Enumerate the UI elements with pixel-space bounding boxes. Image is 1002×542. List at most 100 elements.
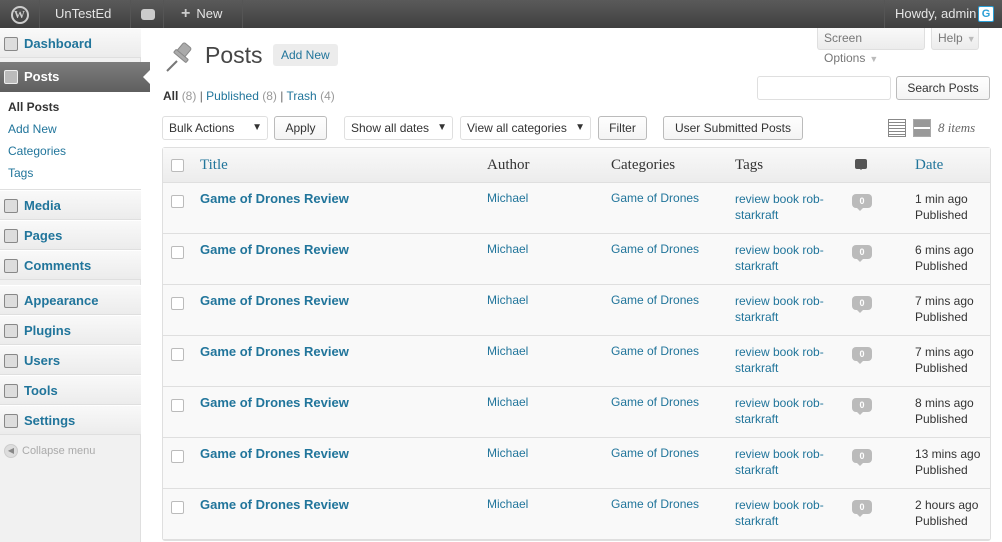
post-category-link[interactable]: Game of Drones [611, 497, 699, 511]
screen-options-button[interactable]: Screen Options ▼ [817, 28, 925, 65]
table-row: Game of Drones Review Michael Game of Dron… [163, 183, 990, 234]
post-category-link[interactable]: Game of Drones [611, 446, 699, 460]
menu-item-dashboard[interactable]: Dashboard [0, 28, 141, 58]
post-tags-link[interactable]: review book rob-starkraft [735, 344, 835, 376]
post-author-link[interactable]: Michael [487, 446, 528, 460]
filter-all-link[interactable]: All [163, 89, 178, 103]
row-checkbox[interactable] [171, 399, 184, 412]
comment-count-bubble[interactable]: 0 [852, 296, 872, 313]
column-title[interactable]: Title [200, 157, 228, 174]
search-input[interactable] [757, 76, 891, 100]
submenu-tags[interactable]: Tags [8, 166, 33, 180]
post-category-link[interactable]: Game of Drones [611, 191, 699, 205]
column-categories: Categories [611, 157, 676, 173]
menu-item-pages[interactable]: Pages [0, 220, 141, 250]
post-author-link[interactable]: Michael [487, 293, 528, 307]
user-submitted-posts-button[interactable]: User Submitted Posts [663, 116, 803, 140]
comment-count-bubble[interactable]: 0 [852, 500, 872, 517]
menu-item-users[interactable]: Users [0, 345, 141, 375]
post-title-link[interactable]: Game of Drones Review [200, 242, 349, 257]
post-title-link[interactable]: Game of Drones Review [200, 191, 349, 206]
filter-published-link[interactable]: Published [206, 89, 259, 103]
add-new-button[interactable]: Add New [273, 44, 338, 66]
post-author-link[interactable]: Michael [487, 344, 528, 358]
submenu-categories[interactable]: Categories [8, 144, 66, 158]
post-tags-link[interactable]: review book rob-starkraft [735, 497, 835, 529]
wordpress-logo-menu[interactable]: W [0, 0, 40, 28]
comments-link[interactable] [132, 0, 164, 28]
menu-label-dashboard: Dashboard [24, 36, 92, 51]
post-category-link[interactable]: Game of Drones [611, 293, 699, 307]
column-date[interactable]: Date [915, 157, 943, 174]
post-tags-link[interactable]: review book rob-starkraft [735, 242, 835, 274]
apply-button[interactable]: Apply [274, 116, 327, 140]
site-name-link[interactable]: UnTestEd [41, 0, 131, 28]
row-checkbox[interactable] [171, 348, 184, 361]
date-filter-select[interactable]: Show all dates ▼ [344, 116, 453, 140]
menu-item-media[interactable]: Media [0, 190, 141, 220]
comment-count-bubble[interactable]: 0 [852, 245, 872, 262]
chevron-down-icon: ▼ [869, 54, 879, 64]
post-title-link[interactable]: Game of Drones Review [200, 497, 349, 512]
filter-trash-link[interactable]: Trash [287, 89, 317, 103]
comment-count-bubble[interactable]: 0 [852, 449, 872, 466]
my-account-menu[interactable]: Howdy, admin G [884, 0, 1002, 28]
appearance-icon [4, 294, 18, 308]
menu-item-tools[interactable]: Tools [0, 375, 141, 405]
chevron-down-icon: ▼ [966, 34, 976, 44]
column-tags: Tags [735, 157, 764, 173]
filter-button[interactable]: Filter [598, 116, 647, 140]
items-count: 8 items [938, 120, 976, 135]
menu-item-comments[interactable]: Comments [0, 250, 141, 280]
list-view-icon[interactable] [888, 119, 906, 137]
menu-item-posts[interactable]: Posts [0, 62, 151, 92]
row-checkbox[interactable] [171, 195, 184, 208]
post-title-link[interactable]: Game of Drones Review [200, 344, 349, 359]
post-category-link[interactable]: Game of Drones [611, 395, 699, 409]
help-button[interactable]: Help ▼ [931, 28, 979, 50]
comments-icon [4, 259, 18, 273]
row-checkbox[interactable] [171, 246, 184, 259]
bulk-actions-select[interactable]: Bulk Actions ▼ [162, 116, 268, 140]
comment-count-bubble[interactable]: 0 [852, 194, 872, 211]
submenu-all-posts[interactable]: All Posts [8, 100, 59, 114]
admin-menu: Dashboard Posts All Posts Add New Catego… [0, 28, 151, 542]
post-tags-link[interactable]: review book rob-starkraft [735, 395, 835, 427]
submenu-add-new[interactable]: Add New [8, 122, 57, 136]
post-tags-link[interactable]: review book rob-starkraft [735, 293, 835, 325]
comment-count-bubble[interactable]: 0 [852, 398, 872, 415]
table-row: Game of Drones Review Michael Game of Dron… [163, 234, 990, 285]
menu-item-settings[interactable]: Settings [0, 405, 141, 435]
post-author-link[interactable]: Michael [487, 497, 528, 511]
collapse-menu-button[interactable]: ◀ Collapse menu [4, 444, 95, 458]
post-author-link[interactable]: Michael [487, 395, 528, 409]
table-row: Game of Drones Review Michael Game of Dron… [163, 387, 990, 438]
post-author-link[interactable]: Michael [487, 242, 528, 256]
search-posts-button[interactable]: Search Posts [896, 76, 990, 100]
dropdown-arrow-icon: ▼ [437, 122, 447, 133]
menu-item-appearance[interactable]: Appearance [0, 285, 141, 315]
row-checkbox[interactable] [171, 297, 184, 310]
post-tags-link[interactable]: review book rob-starkraft [735, 191, 835, 223]
post-status: Published [915, 463, 968, 477]
menu-item-plugins[interactable]: Plugins [0, 315, 141, 345]
post-tags-link[interactable]: review book rob-starkraft [735, 446, 835, 478]
post-title-link[interactable]: Game of Drones Review [200, 446, 349, 461]
post-author-link[interactable]: Michael [487, 191, 528, 205]
row-checkbox[interactable] [171, 450, 184, 463]
new-content-menu[interactable]: + New [165, 0, 243, 28]
post-category-link[interactable]: Game of Drones [611, 344, 699, 358]
pages-icon [4, 229, 18, 243]
post-title-link[interactable]: Game of Drones Review [200, 395, 349, 410]
select-all-checkbox[interactable] [171, 159, 184, 172]
category-filter-select[interactable]: View all categories ▼ [460, 116, 591, 140]
filter-published-count: (8) [262, 89, 277, 103]
post-category-link[interactable]: Game of Drones [611, 242, 699, 256]
excerpt-view-icon[interactable] [913, 119, 931, 137]
post-title-link[interactable]: Game of Drones Review [200, 293, 349, 308]
row-checkbox[interactable] [171, 501, 184, 514]
plus-icon: + [181, 5, 191, 22]
comment-count-bubble[interactable]: 0 [852, 347, 872, 364]
posts-table: Title Author Categories Tags Date Game o… [162, 147, 991, 541]
category-filter-value: View all categories [467, 121, 567, 135]
